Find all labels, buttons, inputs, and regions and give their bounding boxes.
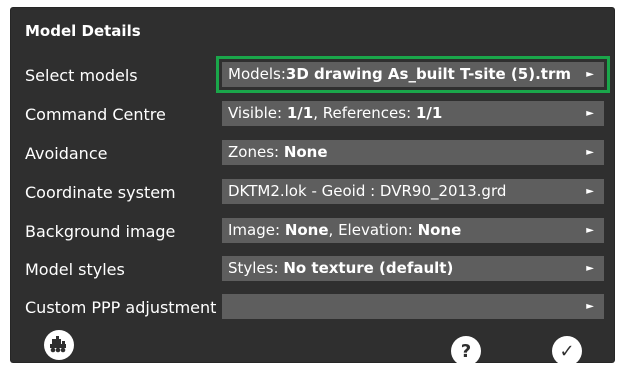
field-prefix: Zones: bbox=[228, 143, 284, 161]
arrow-right-icon: ► bbox=[586, 225, 594, 236]
arrow-right-icon: ► bbox=[586, 263, 594, 274]
machine-button[interactable] bbox=[44, 330, 74, 360]
row-label-avoidance: Avoidance bbox=[25, 144, 108, 163]
field-mid: , References: bbox=[313, 104, 416, 122]
field-mid: , Elevation: bbox=[328, 221, 418, 239]
background-image-field[interactable]: Image: None, Elevation: None ► bbox=[222, 218, 604, 243]
arrow-right-icon: ► bbox=[586, 186, 594, 197]
confirm-button[interactable]: ✓ bbox=[552, 336, 582, 366]
coordinate-system-field[interactable]: DKTM2.lok - Geoid : DVR90_2013.grd ► bbox=[222, 179, 604, 204]
field-prefix: Styles: bbox=[228, 259, 284, 277]
model-details-panel: Model Details Select models Models:3D dr… bbox=[11, 8, 614, 366]
arrow-right-icon: ► bbox=[586, 69, 594, 80]
field-value: No texture (default) bbox=[283, 259, 454, 277]
row-label-select-models: Select models bbox=[25, 66, 138, 85]
panel-title: Model Details bbox=[25, 22, 141, 40]
field-prefix: Models: bbox=[228, 65, 286, 83]
row-label-coordinate-system: Coordinate system bbox=[25, 183, 176, 202]
arrow-right-icon: ► bbox=[586, 147, 594, 158]
select-models-field[interactable]: Models:3D drawing As_built T-site (5).tr… bbox=[216, 56, 610, 93]
field-value-2: None bbox=[417, 221, 462, 239]
field-prefix: Image: bbox=[228, 221, 285, 239]
field-value-2: 1/1 bbox=[415, 104, 443, 122]
arrow-right-icon: ► bbox=[586, 108, 594, 119]
model-styles-field[interactable]: Styles: No texture (default) ► bbox=[222, 256, 604, 281]
row-label-custom-ppp: Custom PPP adjustment bbox=[25, 298, 217, 317]
avoidance-field[interactable]: Zones: None ► bbox=[222, 140, 604, 165]
help-icon: ? bbox=[460, 340, 472, 362]
field-text: DKTM2.lok - Geoid : DVR90_2013.grd bbox=[228, 182, 507, 200]
field-prefix: Visible: bbox=[228, 104, 287, 122]
row-label-model-styles: Model styles bbox=[25, 260, 125, 279]
command-centre-field[interactable]: Visible: 1/1, References: 1/1 ► bbox=[222, 101, 604, 126]
checkmark-icon: ✓ bbox=[559, 340, 575, 362]
field-value: None bbox=[284, 221, 329, 239]
field-value: 3D drawing As_built T-site (5).trm bbox=[285, 65, 571, 83]
machine-icon bbox=[50, 336, 66, 353]
row-label-command-centre: Command Centre bbox=[25, 105, 166, 124]
custom-ppp-field[interactable]: ► bbox=[222, 294, 604, 319]
arrow-right-icon: ► bbox=[586, 301, 594, 312]
field-value: None bbox=[283, 143, 328, 161]
field-value: 1/1 bbox=[286, 104, 314, 122]
help-button[interactable]: ? bbox=[451, 336, 481, 366]
row-label-background-image: Background image bbox=[25, 222, 176, 241]
